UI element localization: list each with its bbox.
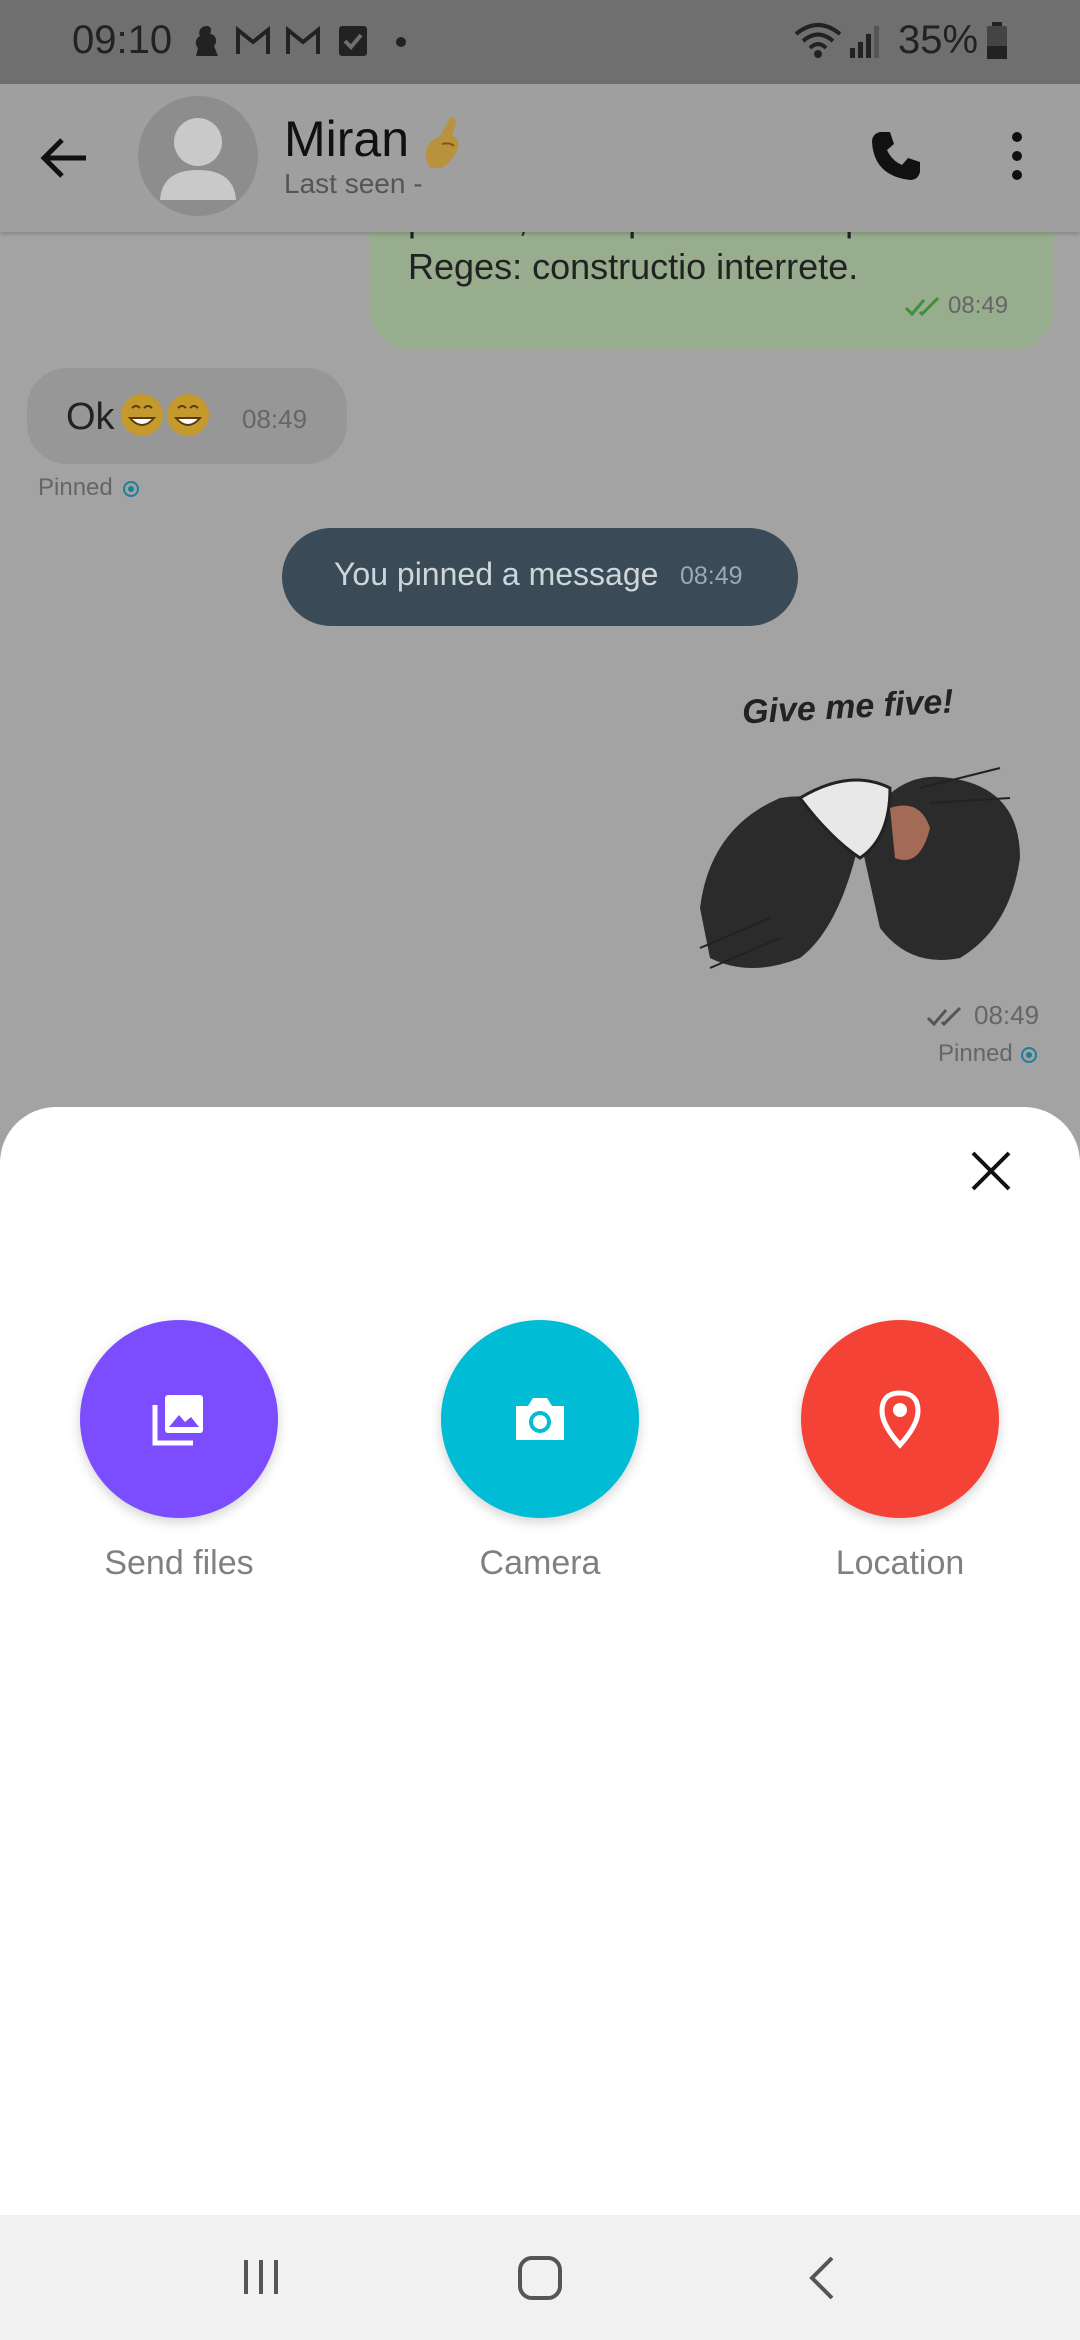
more-options-icon[interactable] [1006, 130, 1028, 182]
gmail-icon-2 [286, 25, 320, 54]
incoming-message-time: 08:49 [242, 404, 308, 434]
system-message-text: You pinned a message [334, 556, 659, 592]
phone-call-icon[interactable] [868, 128, 924, 184]
close-icon[interactable] [968, 1148, 1014, 1194]
home-icon[interactable] [516, 2254, 564, 2302]
notification-app-icon [195, 26, 218, 56]
location-circle[interactable] [801, 1320, 999, 1518]
camera-icon [516, 1398, 564, 1440]
pin-indicator-icon [123, 481, 139, 497]
pin-indicator-icon-2 [1021, 1047, 1037, 1063]
battery-icon [987, 22, 1007, 59]
image-gallery-icon [152, 1395, 203, 1446]
send-files-circle[interactable] [80, 1320, 278, 1518]
outgoing-message-time: 08:49 [948, 292, 1009, 319]
camera-label[interactable]: Camera [410, 1544, 670, 1583]
attachment-bottom-sheet [0, 1107, 1080, 2215]
pinching-hand-emoji-icon [426, 117, 459, 168]
battery-percentage: 35% [898, 18, 979, 62]
double-check-read-icon [904, 296, 940, 317]
location-pin-icon [879, 1390, 921, 1449]
double-check-sent-icon [926, 1006, 962, 1027]
back-arrow-icon[interactable] [38, 132, 90, 184]
status-time: 09:10 [72, 18, 173, 62]
sticker-message[interactable]: Give me five! [690, 682, 1030, 988]
incoming-message-text: Ok [66, 396, 115, 438]
sticker-message-time: 08:49 [974, 1000, 1040, 1030]
back-nav-icon[interactable] [804, 2254, 840, 2302]
more-notifications-dot-icon [396, 37, 406, 47]
outgoing-message-text-partial: perfect, at corpus. What's up? Duo [408, 232, 961, 240]
recent-apps-icon[interactable] [240, 2256, 282, 2298]
system-message-time: 08:49 [680, 562, 743, 590]
gmail-icon [236, 25, 270, 54]
pinned-label: Pinned [38, 474, 113, 501]
avatar[interactable] [138, 96, 258, 216]
sticker-caption: Give me five! [741, 682, 955, 732]
task-check-icon [339, 26, 367, 56]
grinning-emoji-icon [121, 394, 209, 436]
send-files-button[interactable] [80, 1320, 278, 1518]
sticker-pinned-label: Pinned [938, 1040, 1013, 1067]
wifi-icon [794, 23, 842, 58]
location-button[interactable] [801, 1320, 999, 1518]
location-label[interactable]: Location [770, 1544, 1030, 1583]
sticker-cat-paws-image [699, 767, 1020, 969]
send-files-label[interactable]: Send files [49, 1544, 309, 1583]
chat-messages-area[interactable]: perfect, at corpus. What's up? Duo Reges… [0, 232, 1080, 1112]
contact-name[interactable]: Miran [284, 110, 409, 168]
outgoing-message-text: Reges: constructio interrete. [408, 246, 859, 287]
camera-circle[interactable] [441, 1320, 639, 1518]
camera-button[interactable] [441, 1320, 639, 1518]
signal-icon [850, 26, 879, 58]
last-seen-status: Last seen - [284, 168, 423, 199]
